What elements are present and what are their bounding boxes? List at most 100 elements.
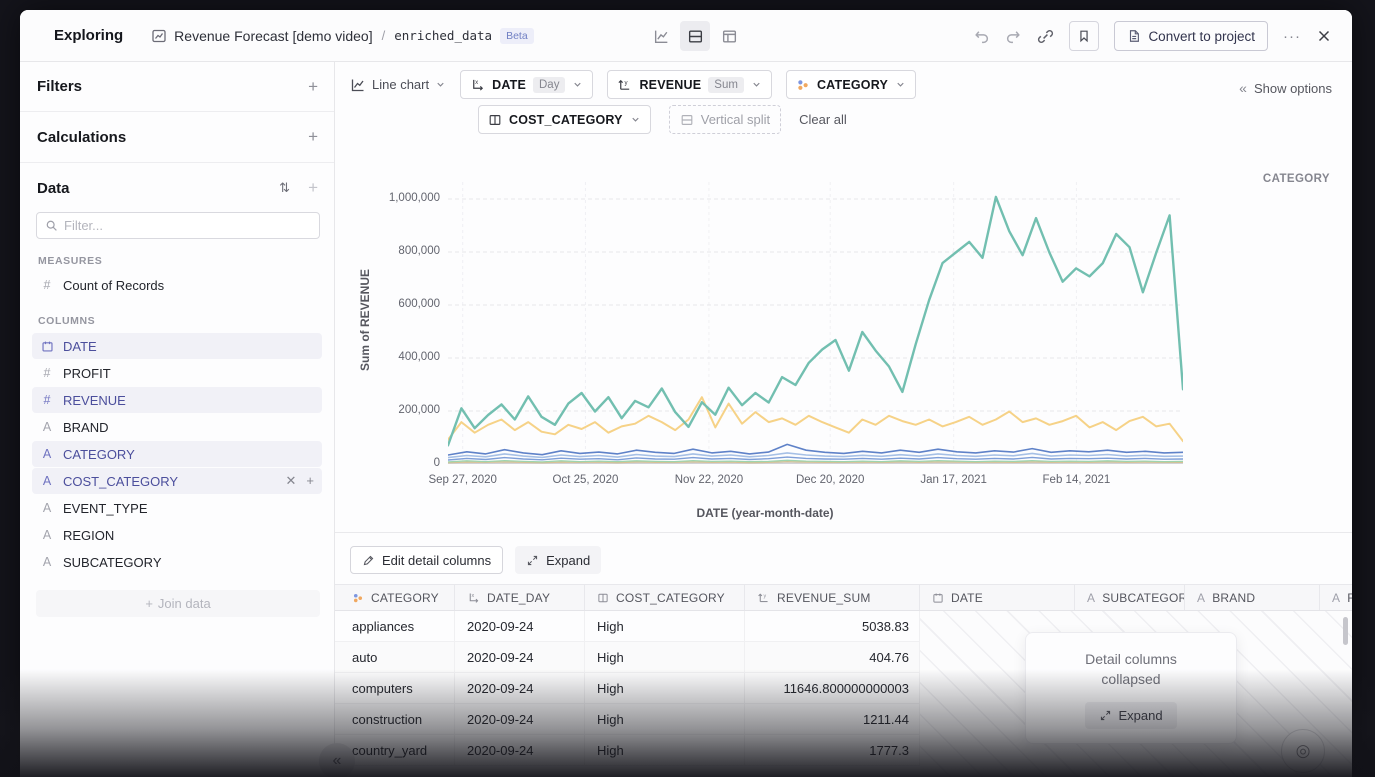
cell-cost-category: High <box>585 642 745 673</box>
table-scrollbar[interactable] <box>1343 617 1348 645</box>
column-item-brand[interactable]: A BRAND <box>32 414 322 440</box>
filters-title: Filters <box>37 78 82 95</box>
collapsed-expand-button[interactable]: Expand <box>1085 702 1177 729</box>
header-date[interactable]: DATE <box>920 585 1075 610</box>
undo-icon[interactable] <box>973 28 990 45</box>
add-data-button[interactable]: + <box>308 178 318 198</box>
x-tick-label: Feb 14, 2021 <box>1043 474 1111 486</box>
text-type-icon: A <box>1087 591 1095 605</box>
text-type-icon: A <box>40 501 54 515</box>
column-item-event-type[interactable]: A EVENT_TYPE <box>32 495 322 521</box>
x-axis-field-pill[interactable]: x DATE Day <box>460 70 593 99</box>
header-revenue-sum[interactable]: y REVENUE_SUM <box>745 585 920 610</box>
data-title: Data <box>37 180 70 197</box>
bookmark-button[interactable] <box>1069 21 1099 51</box>
convert-to-project-button[interactable]: Convert to project <box>1114 21 1268 51</box>
dataframe-icon <box>151 28 167 44</box>
clear-all-button[interactable]: Clear all <box>799 112 847 127</box>
split-columns-icon <box>597 592 609 604</box>
breadcrumb-dataset[interactable]: enriched_data <box>394 28 492 43</box>
series-construction <box>448 453 1183 458</box>
join-data-button[interactable]: + Join data <box>36 590 320 617</box>
remove-column-icon[interactable]: ✕ <box>286 473 297 489</box>
svg-text:x: x <box>475 79 478 86</box>
measure-count-of-records[interactable]: # Count of Records <box>32 272 322 298</box>
y-axis-field-pill[interactable]: y REVENUE Sum <box>607 70 772 99</box>
column-item-category[interactable]: A CATEGORY <box>32 441 322 467</box>
header-label: BRAND <box>1212 591 1255 605</box>
svg-text:y: y <box>764 594 767 600</box>
cell-revenue-sum: 1777.3 <box>745 735 920 766</box>
sort-columns-icon[interactable]: ⇅ <box>279 180 290 196</box>
page-title: Exploring <box>54 27 123 44</box>
x-granularity-chip[interactable]: Day <box>533 77 565 93</box>
y-axis-icon: y <box>757 591 770 604</box>
column-item-cost-category[interactable]: A COST_CATEGORY ✕ + <box>32 468 322 494</box>
header-cost-category[interactable]: COST_CATEGORY <box>585 585 745 610</box>
color-field-pill[interactable]: CATEGORY <box>786 70 916 99</box>
chevron-down-icon <box>630 114 641 125</box>
header-region[interactable]: A REGION <box>1320 585 1352 610</box>
header-subcategory[interactable]: A SUBCATEGORY <box>1075 585 1185 610</box>
show-options-button[interactable]: « Show options <box>1239 80 1332 96</box>
split-view-toggle[interactable] <box>680 21 710 51</box>
breadcrumb-project[interactable]: Revenue Forecast [demo video] <box>174 28 372 44</box>
split-columns-icon <box>488 113 502 127</box>
column-item-region[interactable]: A REGION <box>32 522 322 548</box>
revenue-line-chart[interactable] <box>448 172 1183 464</box>
close-icon[interactable] <box>1316 28 1332 44</box>
column-item-date[interactable]: DATE <box>32 333 322 359</box>
x-tick-label: Nov 22, 2020 <box>675 474 743 486</box>
legend-title: CATEGORY <box>1263 173 1330 185</box>
hash-icon: # <box>40 366 54 380</box>
split-field-pill[interactable]: COST_CATEGORY <box>478 105 651 134</box>
expand-detail-button[interactable]: Expand <box>515 546 601 574</box>
text-type-icon: A <box>40 555 54 569</box>
chart-view-toggle[interactable] <box>646 21 676 51</box>
cell-date-day: 2020-09-24 <box>455 611 585 642</box>
copy-link-icon[interactable] <box>1037 28 1054 45</box>
more-options-icon[interactable]: ··· <box>1283 28 1301 45</box>
edit-detail-columns-button[interactable]: Edit detail columns <box>350 546 503 574</box>
header-category[interactable]: CATEGORY <box>340 585 455 610</box>
add-calculation-button[interactable]: + <box>308 127 318 147</box>
column-item-revenue[interactable]: # REVENUE <box>32 387 322 413</box>
column-filter-box <box>36 212 320 239</box>
y-aggregation-chip[interactable]: Sum <box>708 77 744 93</box>
color-dots-icon <box>796 78 810 92</box>
collapse-panel-button[interactable]: « <box>319 743 355 777</box>
redo-icon[interactable] <box>1005 28 1022 45</box>
expand-icon <box>526 554 539 567</box>
calendar-icon <box>932 592 944 604</box>
detail-columns-collapsed-popup: Detail columns collapsed Expand <box>1025 632 1237 744</box>
scroll-target-button[interactable]: ◎ <box>1281 729 1325 773</box>
x-field-label: DATE <box>492 78 526 92</box>
add-filter-button[interactable]: + <box>308 77 318 97</box>
header-brand[interactable]: A BRAND <box>1185 585 1320 610</box>
column-filter-input[interactable] <box>64 218 311 233</box>
chart-type-dropdown[interactable]: Line chart <box>350 77 446 93</box>
header-date-day[interactable]: x DATE_DAY <box>455 585 585 610</box>
filters-section-header[interactable]: Filters + <box>20 62 334 112</box>
series-computers <box>448 197 1183 446</box>
add-column-icon[interactable]: + <box>306 473 314 489</box>
table-view-toggle[interactable] <box>714 21 744 51</box>
series-auto <box>448 444 1183 455</box>
cell-date-day: 2020-09-24 <box>455 735 585 766</box>
cell-cost-category: High <box>585 704 745 735</box>
chart-controls-row-1: Line chart x DATE Day y REVENUE Sum CATE… <box>350 70 916 99</box>
cell-category: appliances <box>335 611 455 642</box>
sidebar: Filters + Calculations + Data ⇅ + MEASUR… <box>20 62 335 777</box>
vertical-split-button[interactable]: Vertical split <box>669 105 781 134</box>
detail-table-header: CATEGORY x DATE_DAY COST_CATEGORY y REVE… <box>335 584 1352 611</box>
column-item-subcategory[interactable]: A SUBCATEGORY <box>32 549 322 575</box>
column-label: PROFIT <box>63 366 111 381</box>
column-label: EVENT_TYPE <box>63 501 148 516</box>
calculations-section-header[interactable]: Calculations + <box>20 112 334 163</box>
beta-badge: Beta <box>500 28 534 44</box>
line-chart-icon <box>350 77 366 93</box>
header-label: CATEGORY <box>371 591 439 605</box>
column-item-profit[interactable]: # PROFIT <box>32 360 322 386</box>
chevron-down-icon <box>751 79 762 90</box>
column-label: CATEGORY <box>63 447 135 462</box>
